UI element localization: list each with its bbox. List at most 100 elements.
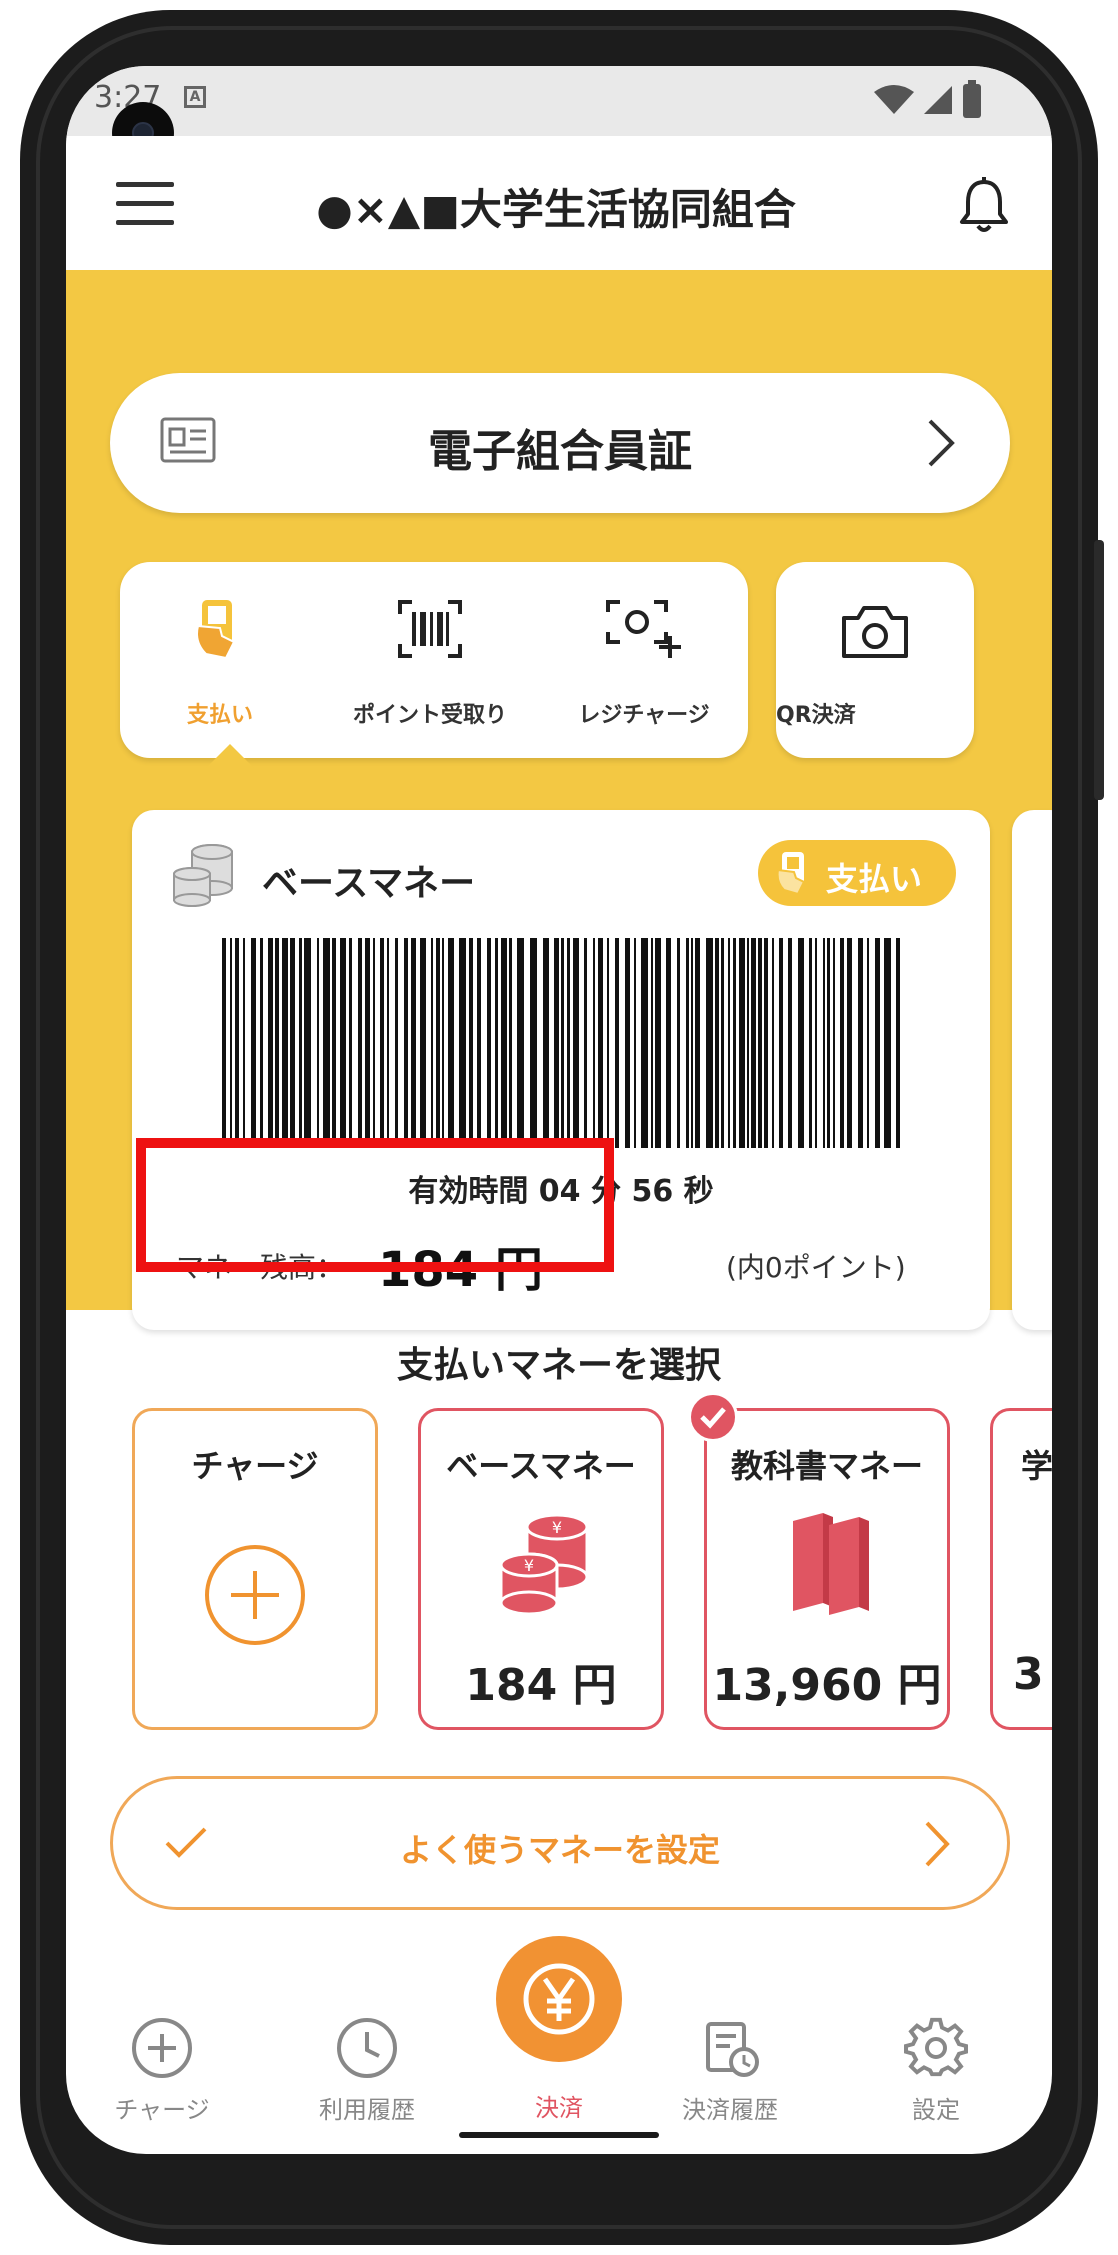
- barcode-bar: [380, 938, 384, 1148]
- barcode-bar: [501, 938, 507, 1148]
- app-header: ●×▲■大学生活協同組合: [66, 136, 1052, 270]
- nav-settings[interactable]: 設定: [856, 2016, 1016, 2125]
- nav-payment-label[interactable]: 決済: [479, 2088, 639, 2123]
- money-card-amount: 184 円: [465, 1660, 617, 1711]
- favorite-money-button[interactable]: よく使うマネーを設定: [110, 1776, 1010, 1910]
- barcode-bar: [323, 938, 330, 1148]
- barcode-bar: [584, 938, 587, 1148]
- barcode-bar: [509, 938, 512, 1148]
- money-select-title: 支払いマネーを選択: [396, 1345, 721, 1386]
- action-register-charge[interactable]: レジチャージ: [540, 562, 748, 758]
- barcode-bar: [431, 938, 433, 1148]
- barcode-bar: [487, 938, 491, 1148]
- page-title: ●×▲■大学生活協同組合: [316, 185, 796, 234]
- barcode-bar: [358, 938, 362, 1148]
- barcode-bar: [651, 938, 653, 1148]
- nav-payment-history-label: 決済履歴: [682, 2096, 778, 2124]
- status-notification-icon: A: [184, 86, 206, 108]
- barcode-bar: [442, 938, 444, 1148]
- barcode-bar: [349, 938, 352, 1148]
- barcode-bar: [260, 938, 263, 1148]
- nav-settings-label: 設定: [912, 2096, 960, 2124]
- barcode-bar: [222, 938, 226, 1148]
- pay-badge[interactable]: 支払い: [758, 840, 956, 906]
- barcode-bar: [317, 938, 319, 1148]
- next-payment-card[interactable]: [1012, 810, 1052, 1330]
- payment-actions: 支払い ポイント受取り レジチャージ: [120, 562, 748, 758]
- barcode-bar: [823, 938, 825, 1148]
- receipt-history-icon: [706, 2022, 759, 2077]
- bell-icon[interactable]: [956, 176, 1012, 236]
- home-indicator[interactable]: [459, 2132, 659, 2138]
- money-card-amount: 3: [1013, 1649, 1044, 1700]
- barcode-bar: [365, 938, 370, 1148]
- barcode-bar: [395, 938, 398, 1148]
- plus-circle-icon: [132, 2018, 192, 2078]
- barcode-bar: [751, 938, 756, 1148]
- yen-icon: [523, 1963, 595, 2035]
- barcode-bar: [625, 938, 630, 1148]
- barcode-bar: [230, 938, 232, 1148]
- barcode-bar: [243, 938, 245, 1148]
- money-card-base[interactable]: ベースマネー ¥ ¥ 184 円: [418, 1408, 664, 1730]
- action-register-charge-label: レジチャージ: [578, 703, 710, 728]
- coin-stack-icon: [173, 844, 233, 907]
- action-pay-label: 支払い: [186, 703, 253, 728]
- clock-icon: [337, 2018, 397, 2078]
- barcode-bar: [655, 938, 661, 1148]
- barcode-bar: [896, 938, 900, 1148]
- action-pay[interactable]: 支払い: [120, 562, 320, 758]
- barcode-bar: [827, 938, 830, 1148]
- barcode-bar: [235, 938, 239, 1148]
- barcode-bar: [299, 938, 302, 1148]
- nav-payment-history[interactable]: 決済履歴: [650, 2016, 810, 2125]
- chevron-right-icon: [928, 419, 955, 467]
- barcode-bar: [332, 938, 336, 1148]
- barcode-bar: [867, 938, 869, 1148]
- barcode-bar: [634, 938, 636, 1148]
- battery-icon: [963, 80, 981, 118]
- signal-icon: [924, 86, 952, 114]
- charge-card-label: チャージ: [191, 1447, 319, 1485]
- action-point-receive[interactable]: ポイント受取り: [320, 562, 540, 758]
- volume-button: [1094, 540, 1104, 800]
- barcode-bar: [543, 938, 549, 1148]
- money-card-name: 教科書マネー: [730, 1447, 923, 1485]
- barcode-bar: [884, 938, 891, 1148]
- barcode-bar: [840, 938, 844, 1148]
- qr-pay-button[interactable]: QR決済: [776, 562, 974, 758]
- barcode-bar: [420, 938, 426, 1148]
- charge-card[interactable]: チャージ: [132, 1408, 378, 1730]
- barcode-bar: [847, 938, 852, 1148]
- camera-icon: [842, 606, 908, 658]
- barcode-bar: [290, 938, 295, 1148]
- status-bar: 3:27 A: [66, 66, 1052, 164]
- money-card-textbook[interactable]: 教科書マネー 13,960 円: [704, 1408, 950, 1730]
- books-icon: [793, 1513, 869, 1615]
- action-point-receive-label: ポイント受取り: [352, 703, 507, 728]
- barcode-bar: [666, 938, 671, 1148]
- barcode-bar: [561, 938, 564, 1148]
- barcode-bar: [615, 938, 619, 1148]
- chevron-right-icon: [925, 1821, 950, 1867]
- nav-charge[interactable]: チャージ: [82, 2016, 242, 2125]
- wifi-icon: [874, 85, 914, 114]
- gear-icon: [904, 2017, 968, 2077]
- nav-charge-label: チャージ: [114, 2096, 210, 2124]
- member-card-button[interactable]: 電子組合員証: [110, 373, 1010, 513]
- barcode-bar: [758, 938, 762, 1148]
- barcode-bar: [469, 938, 473, 1148]
- coin-stack-icon: ¥ ¥: [499, 1513, 589, 1616]
- nav-usage-history[interactable]: 利用履歴: [287, 2016, 447, 2125]
- nav-payment-fab[interactable]: [496, 1936, 622, 2062]
- money-card-partial[interactable]: 学 3: [990, 1408, 1052, 1730]
- hamburger-icon[interactable]: [116, 182, 174, 239]
- favorite-money-label: よく使うマネーを設定: [399, 1831, 720, 1869]
- points-note: (内0ポイント): [726, 1251, 906, 1284]
- barcode-bar: [598, 938, 603, 1148]
- barcode-bar: [448, 938, 454, 1148]
- barcode-bar: [764, 938, 768, 1148]
- nav-usage-history-label: 利用履歴: [319, 2096, 415, 2124]
- barcode-bar: [340, 938, 346, 1148]
- barcode-bar: [772, 938, 774, 1148]
